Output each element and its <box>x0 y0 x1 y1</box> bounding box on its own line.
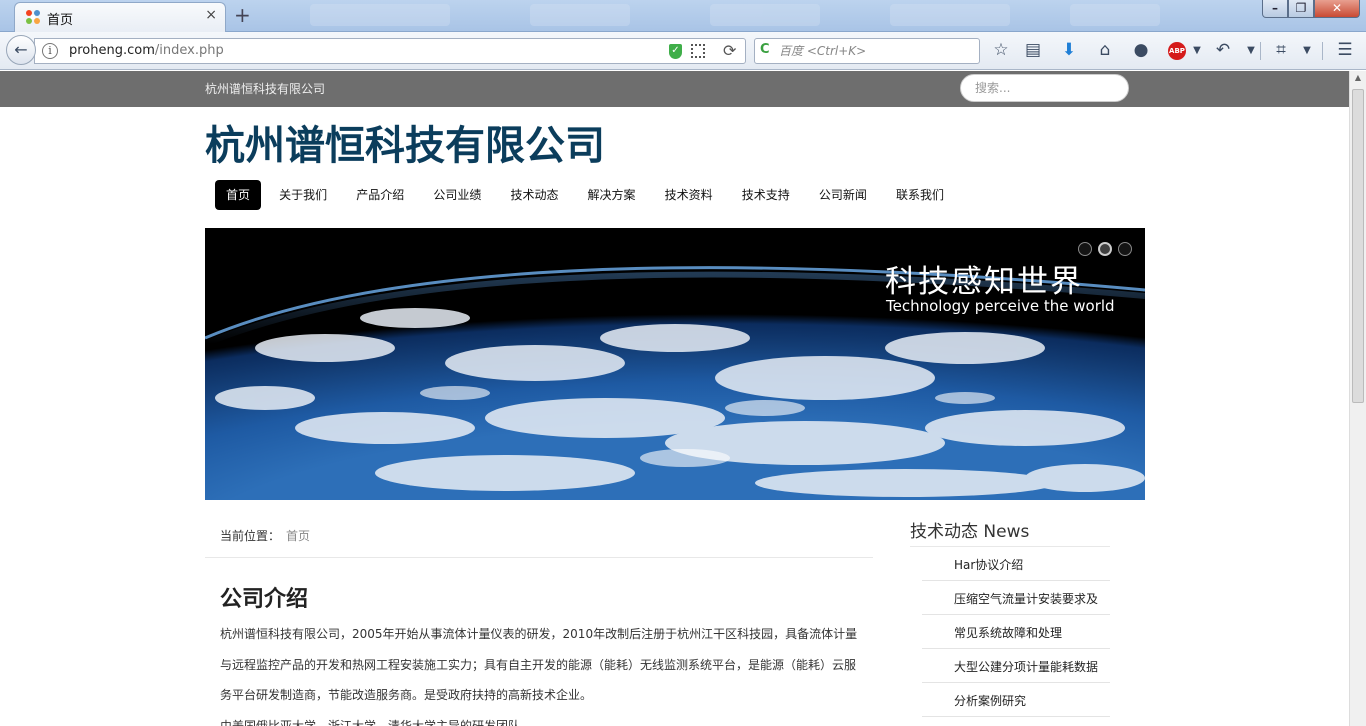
menu-item-performance[interactable]: 公司业绩 <box>422 180 492 210</box>
toolbar-separator <box>1322 42 1323 60</box>
close-window-button[interactable]: ✕ <box>1314 0 1360 18</box>
navigation-toolbar: i proheng.com/index.php ✓ ⟳ C <box>0 32 1366 70</box>
vertical-scrollbar[interactable]: ▲ <box>1349 71 1366 726</box>
banner-slideshow[interactable]: 科技感知世界 Technology perceive the world <box>205 228 1145 500</box>
address-url[interactable]: proheng.com/index.php <box>69 43 224 58</box>
brand-title[interactable]: 杭州谱恒科技有限公司 <box>205 113 605 171</box>
sidebar-news-item[interactable]: 大型公建分项计量能耗数据 <box>922 649 1110 683</box>
site-search-input[interactable] <box>960 74 1129 102</box>
slide-indicator-dot[interactable] <box>1078 242 1092 256</box>
joomla-favicon-icon <box>26 10 40 24</box>
sidebar-list: Har协议介绍 压缩空气流量计安装要求及 常见系统故障和处理 大型公建分项计量能… <box>922 547 1110 717</box>
site-info-icon[interactable]: i <box>42 43 58 59</box>
sidebar-news-item[interactable]: Har协议介绍 <box>922 547 1110 581</box>
crop-dropdown-icon[interactable]: ▼ <box>1296 45 1318 56</box>
search-input[interactable] <box>779 42 969 60</box>
search-engine-icon[interactable]: C <box>760 42 770 57</box>
minimize-icon: – <box>1272 1 1278 15</box>
adblock-icon[interactable]: ABP <box>1168 42 1186 60</box>
article-body: 杭州谱恒科技有限公司，2005年开始从事流体计量仪表的研发，2010年改制后注册… <box>220 619 860 726</box>
maximize-button[interactable]: ❐ <box>1288 0 1314 18</box>
banner-title-cn: 科技感知世界 <box>885 264 1083 300</box>
site-name: 杭州谱恒科技有限公司 <box>205 82 326 96</box>
toolbar-separator <box>1260 42 1261 60</box>
minimize-button[interactable]: – <box>1262 0 1288 18</box>
close-icon: ✕ <box>1331 1 1343 15</box>
url-path: /index.php <box>154 43 224 58</box>
menu-item-support[interactable]: 技术支持 <box>731 180 801 210</box>
menu-item-products[interactable]: 产品介绍 <box>345 180 415 210</box>
tech-news-sidebar: 技术动态 News Har协议介绍 压缩空气流量计安装要求及 常见系统故障和处理… <box>910 517 1110 717</box>
maximize-icon: ❐ <box>1295 1 1307 15</box>
menu-item-about[interactable]: 关于我们 <box>268 180 338 210</box>
bookmark-star-icon[interactable]: ☆ <box>990 40 1012 60</box>
crop-icon[interactable]: ⌗ <box>1270 40 1292 60</box>
menu-item-home[interactable]: 首页 <box>215 180 262 210</box>
menu-item-contact[interactable]: 联系我们 <box>885 180 955 210</box>
tab-strip: 首页 × + – ❐ ✕ <box>0 0 1366 32</box>
undo-icon[interactable]: ↶ <box>1212 40 1234 60</box>
home-icon[interactable]: ⌂ <box>1094 40 1116 60</box>
menu-item-company-news[interactable]: 公司新闻 <box>808 180 878 210</box>
url-host: proheng.com <box>69 43 155 58</box>
tab-title: 首页 <box>47 13 74 28</box>
address-bar[interactable]: i proheng.com/index.php ✓ ⟳ <box>34 38 746 64</box>
sidebar-news-item[interactable]: 压缩空气流量计安装要求及 <box>922 581 1110 615</box>
banner-title-en: Technology perceive the world <box>886 297 1115 315</box>
menu-item-solutions[interactable]: 解决方案 <box>577 180 647 210</box>
tab-close-icon[interactable]: × <box>205 7 217 23</box>
chat-icon[interactable]: ● <box>1130 40 1152 60</box>
site-top-strip: 杭州谱恒科技有限公司 <box>0 71 1349 107</box>
breadcrumb-label: 当前位置： <box>220 529 281 543</box>
main-menu: 首页 关于我们 产品介绍 公司业绩 技术动态 解决方案 技术资料 技术支持 公司… <box>215 180 957 210</box>
slide-indicator-dot[interactable] <box>1118 242 1132 256</box>
search-bar[interactable]: C <box>754 38 980 64</box>
scroll-up-icon[interactable]: ▲ <box>1350 73 1366 82</box>
reading-list-icon[interactable]: ▤ <box>1022 40 1044 60</box>
browser-tab[interactable]: 首页 × <box>14 2 226 32</box>
slide-indicator-dot-active[interactable] <box>1098 242 1112 256</box>
back-button[interactable]: ← <box>6 35 36 65</box>
article-paragraph: 由美国俄比亚大学、浙江大学、清华大学主导的研发团队 <box>220 718 521 726</box>
sidebar-news-item[interactable]: 分析案例研究 <box>922 683 1110 717</box>
breadcrumb-current: 首页 <box>286 529 311 543</box>
new-tab-button[interactable]: + <box>234 3 251 27</box>
undo-dropdown-icon[interactable]: ▼ <box>1240 45 1262 56</box>
breadcrumb: 当前位置： 首页 <box>205 500 873 558</box>
web-page: 杭州谱恒科技有限公司 杭州谱恒科技有限公司 首页 关于我们 产品介绍 公司业绩 … <box>0 71 1349 726</box>
article-title: 公司介绍 <box>220 587 309 612</box>
adblock-dropdown-icon[interactable]: ▼ <box>1186 45 1208 56</box>
hamburger-menu-icon[interactable]: ☰ <box>1334 40 1356 60</box>
background-tabs <box>250 4 1170 26</box>
scrollbar-thumb[interactable] <box>1352 89 1364 403</box>
article-paragraph: 杭州谱恒科技有限公司，2005年开始从事流体计量仪表的研发，2010年改制后注册… <box>220 627 858 702</box>
qr-code-icon[interactable] <box>691 44 705 58</box>
menu-item-tech-docs[interactable]: 技术资料 <box>654 180 724 210</box>
sidebar-news-item[interactable]: 常见系统故障和处理 <box>922 615 1110 649</box>
reload-icon[interactable]: ⟳ <box>723 41 736 60</box>
menu-item-tech-news[interactable]: 技术动态 <box>499 180 569 210</box>
sidebar-title: 技术动态 News <box>910 517 1110 547</box>
download-icon[interactable]: ⬇ <box>1058 40 1080 60</box>
security-shield-icon[interactable]: ✓ <box>669 44 682 59</box>
